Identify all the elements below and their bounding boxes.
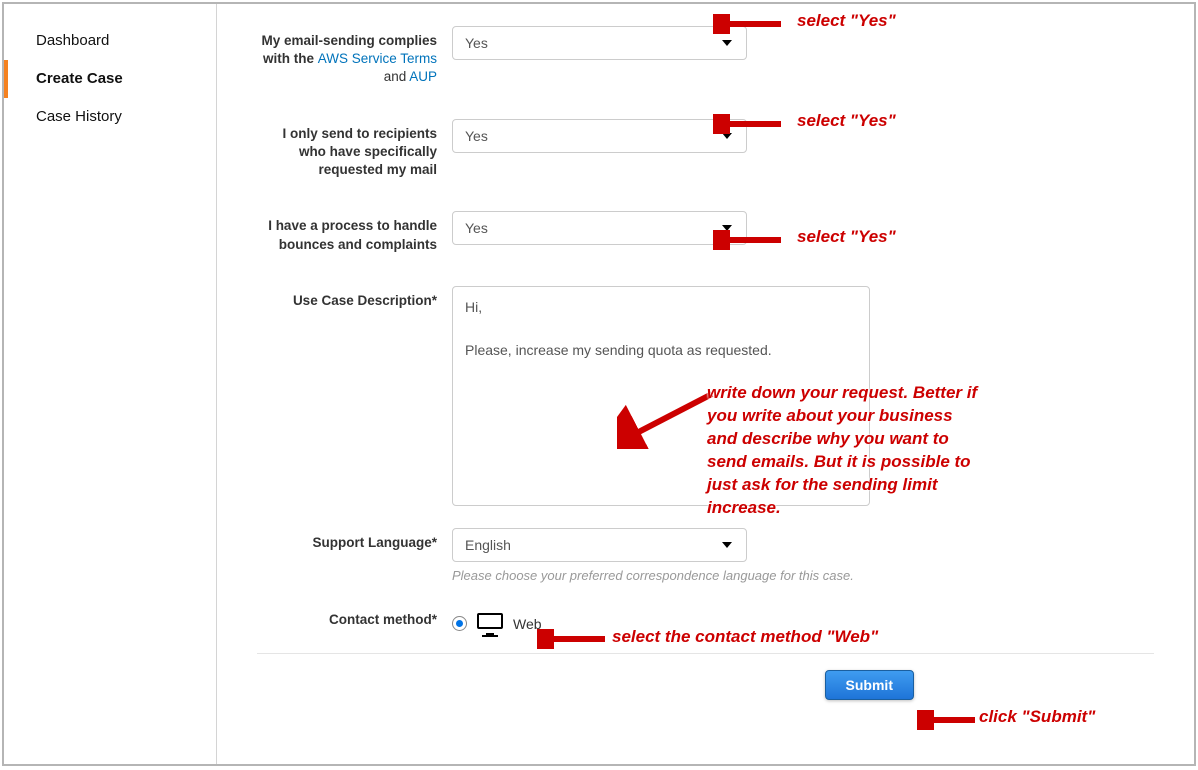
label-support-lang: Support Language* [257,528,452,552]
main-panel: My email-sending complies with the AWS S… [217,4,1194,764]
textarea-use-case[interactable]: Hi, Please, increase my sending quota as… [452,286,870,506]
chevron-down-icon [722,225,732,231]
label-recipients: I only send to recipients who have speci… [257,119,452,180]
select-bounces[interactable]: Yes [452,211,747,245]
label-contact-method: Contact method* [257,609,452,629]
sidebar-item-dashboard[interactable]: Dashboard [4,22,216,60]
select-bounces-value: Yes [465,220,488,236]
select-support-lang[interactable]: English [452,528,747,562]
link-aws-service-terms[interactable]: AWS Service Terms [318,51,437,66]
radio-dot-icon [456,620,463,627]
help-support-lang: Please choose your preferred corresponde… [452,568,1154,583]
divider [257,653,1154,654]
label-bounces: I have a process to handle bounces and c… [257,211,452,253]
row-recipients: I only send to recipients who have speci… [257,119,1154,180]
select-recipients[interactable]: Yes [452,119,747,153]
anno-click-submit: click "Submit" [979,706,1095,729]
chevron-down-icon [722,542,732,548]
sidebar-item-create-case[interactable]: Create Case [4,60,216,98]
row-use-case: Use Case Description* Hi, Please, increa… [257,286,1154,506]
row-contact-method: Contact method* Web [257,609,1154,635]
radio-contact-web[interactable] [452,616,467,631]
row-bounces: I have a process to handle bounces and c… [257,211,1154,253]
chevron-down-icon [722,133,732,139]
sidebar: Dashboard Create Case Case History [4,4,217,764]
select-compliance[interactable]: Yes [452,26,747,60]
label-compliance: My email-sending complies with the AWS S… [257,26,452,87]
label-use-case: Use Case Description* [257,286,452,310]
footer-row: Submit [257,670,1154,700]
chevron-down-icon [722,40,732,46]
select-recipients-value: Yes [465,128,488,144]
link-aup[interactable]: AUP [409,69,437,84]
window-frame: Dashboard Create Case Case History My em… [2,2,1196,766]
select-compliance-value: Yes [465,35,488,51]
submit-button[interactable]: Submit [825,670,914,700]
row-compliance: My email-sending complies with the AWS S… [257,26,1154,87]
select-support-lang-value: English [465,537,511,553]
radio-contact-web-label: Web [513,616,542,632]
sidebar-item-case-history[interactable]: Case History [4,98,216,136]
monitor-icon [477,613,503,635]
row-support-lang: Support Language* English Please choose … [257,528,1154,583]
